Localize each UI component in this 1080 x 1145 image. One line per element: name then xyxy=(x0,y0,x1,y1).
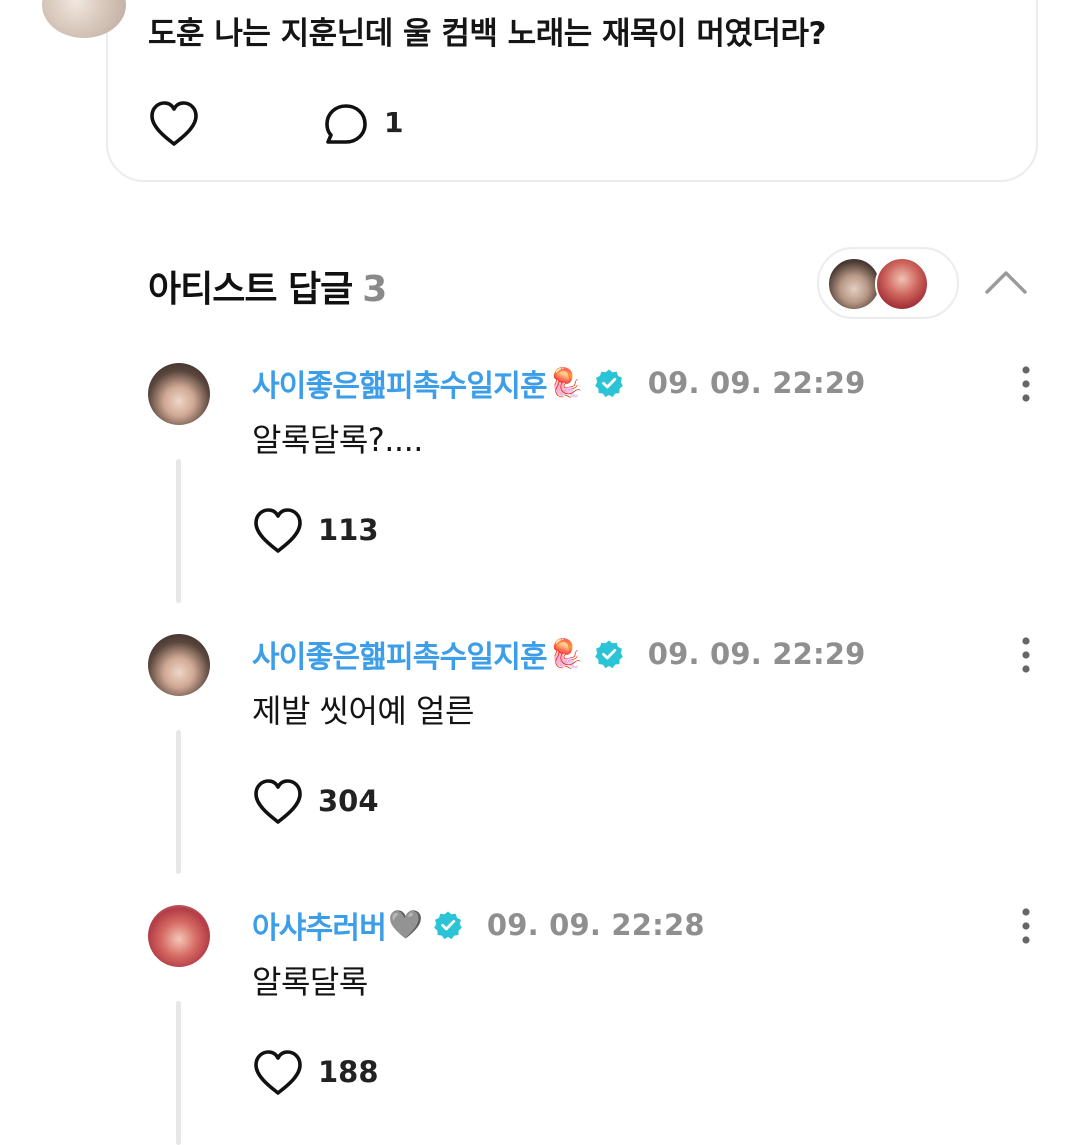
reply-text: 알록달록 xyxy=(252,963,368,1001)
jellyfish-emoji: 🪼 xyxy=(548,637,584,670)
reply-like-button[interactable] xyxy=(252,1049,304,1097)
heart-outline-icon xyxy=(254,1050,302,1095)
thread-line xyxy=(176,730,181,874)
reply-header: 아샤추러버 🩶 09. 09. 22:28 xyxy=(252,903,705,947)
reply-header: 사이좋은햂피촉수일지훈 🪼 09. 09. 22:29 xyxy=(252,632,866,676)
post-comment-button[interactable] xyxy=(322,102,370,148)
jellyfish-emoji: 🪼 xyxy=(548,366,584,399)
reply-header: 사이좋은햂피촉수일지훈 🪼 09. 09. 22:29 xyxy=(252,361,866,405)
reply-like-count: 304 xyxy=(318,784,379,818)
reply-like-button[interactable] xyxy=(252,778,304,826)
heart-outline-icon xyxy=(150,101,198,146)
more-vertical-icon xyxy=(1022,908,1030,944)
more-options-button[interactable] xyxy=(1012,365,1040,403)
heart-outline-icon xyxy=(254,508,302,553)
verified-badge-icon xyxy=(434,911,462,940)
author-name[interactable]: 사이좋은햂피촉수일지훈 xyxy=(252,361,548,405)
section-reply-count: 3 xyxy=(362,269,387,310)
reply-timestamp: 09. 09. 22:29 xyxy=(647,637,866,671)
reply-timestamp: 09. 09. 22:29 xyxy=(647,366,866,400)
gray-heart-emoji: 🩶 xyxy=(388,908,423,941)
reply-like-count: 188 xyxy=(318,1055,379,1089)
section-title: 아티스트 답글 xyxy=(148,269,353,310)
author-name[interactable]: 사이좋은햂피촉수일지훈 xyxy=(252,632,548,676)
more-options-button[interactable] xyxy=(1012,636,1040,674)
speech-bubble-icon xyxy=(325,104,367,144)
chevron-up-icon xyxy=(985,271,1027,294)
artist-avatar xyxy=(827,257,881,311)
heart-outline-icon xyxy=(254,779,302,824)
avatar[interactable] xyxy=(148,363,210,425)
verified-badge-icon xyxy=(594,640,623,669)
thread-line xyxy=(176,459,181,603)
more-options-button[interactable] xyxy=(1012,907,1040,945)
reply-text: 알록달록?.... xyxy=(252,421,423,459)
more-vertical-icon xyxy=(1022,637,1030,673)
artist-avatar xyxy=(875,257,929,311)
post-comment-count: 1 xyxy=(384,106,404,139)
artist-avatar-group[interactable] xyxy=(817,247,959,319)
more-vertical-icon xyxy=(1022,366,1030,402)
post-text: 도훈 나는 지훈닌데 울 컴백 노래는 재목이 머였더라? xyxy=(148,16,826,52)
post-like-button[interactable] xyxy=(148,100,200,148)
collapse-button[interactable] xyxy=(982,264,1030,300)
reply-like-count: 113 xyxy=(318,513,379,547)
avatar[interactable] xyxy=(148,905,210,967)
artist-replies-header: 아티스트 답글 3 xyxy=(148,260,387,312)
reply-timestamp: 09. 09. 22:28 xyxy=(486,908,705,942)
reply-text: 제발 씻어예 얼른 xyxy=(252,692,474,730)
reply-like-button[interactable] xyxy=(252,507,304,555)
author-name[interactable]: 아샤추러버 xyxy=(252,903,387,947)
avatar[interactable] xyxy=(148,634,210,696)
verified-badge-icon xyxy=(594,369,623,398)
thread-line xyxy=(176,1001,181,1145)
